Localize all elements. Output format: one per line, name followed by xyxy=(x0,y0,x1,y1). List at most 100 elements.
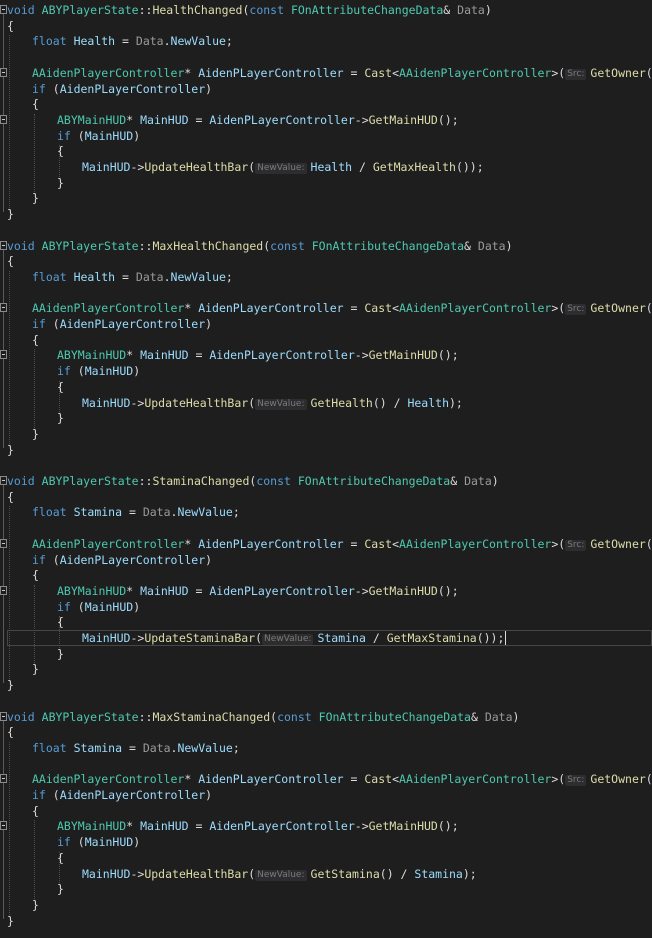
code-token: MainHUD xyxy=(140,348,189,363)
code-brace: } xyxy=(7,913,14,928)
function-open-brace[interactable]: { xyxy=(0,489,652,505)
local-declaration-line[interactable]: float Stamina = Data.NewValue; xyxy=(0,740,652,756)
code-token: / xyxy=(352,160,373,174)
function-signature-line[interactable]: void ABYPlayerState::MaxHealthChanged(co… xyxy=(0,238,652,254)
code-token: ) xyxy=(133,835,141,850)
function-open-brace[interactable]: { xyxy=(0,724,652,740)
code-token: ) xyxy=(133,128,141,143)
function-signature-line[interactable]: void ABYPlayerState::HealthChanged(const… xyxy=(0,2,652,18)
fold-collapse-icon[interactable] xyxy=(0,5,7,14)
code-brace: } xyxy=(57,882,64,897)
fold-collapse-icon[interactable] xyxy=(0,711,7,721)
code-token: NewValue xyxy=(177,740,233,755)
code-line-text: } xyxy=(57,175,64,191)
code-token: ()); xyxy=(476,631,505,645)
code-token: ()); xyxy=(455,160,484,174)
code-line-text: { xyxy=(7,489,14,505)
hud-declaration-line[interactable]: ABYMainHUD* MainHUD = AidenPLayerControl… xyxy=(0,347,652,363)
controller-cast-line[interactable]: AAidenPlayerController* AidenPLayerContr… xyxy=(0,65,652,81)
code-token: ( xyxy=(248,395,256,410)
if-controller-line[interactable]: if (AidenPLayerController) xyxy=(0,81,652,97)
if-hud-open-brace[interactable]: { xyxy=(0,379,652,395)
if-close-brace[interactable]: } xyxy=(0,426,652,442)
if-controller-line[interactable]: if (AidenPLayerController) xyxy=(0,552,652,568)
code-brace: } xyxy=(32,897,39,912)
if-close-brace[interactable]: } xyxy=(0,190,652,206)
controller-cast-line[interactable]: AAidenPlayerController* AidenPLayerContr… xyxy=(0,771,652,787)
if-hud-close-brace[interactable]: } xyxy=(0,175,652,191)
code-token: AidenPLayerController xyxy=(59,317,206,331)
if-close-brace[interactable]: } xyxy=(0,897,652,913)
update-bar-call-line[interactable]: MainHUD->UpdateStaminaBar(NewValue: Stami… xyxy=(0,630,652,646)
code-line-text: AAidenPlayerController* AidenPLayerContr… xyxy=(32,300,652,316)
function-close-brace[interactable]: } xyxy=(0,913,652,929)
code-token: ( xyxy=(70,599,85,614)
function-signature-line[interactable]: void ABYPlayerState::MaxStaminaChanged(c… xyxy=(0,709,652,725)
local-declaration-line[interactable]: float Stamina = Data.NewValue; xyxy=(0,504,652,520)
if-hud-close-brace[interactable]: } xyxy=(0,646,652,662)
update-bar-call-line[interactable]: MainHUD->UpdateHealthBar(NewValue: GetHea… xyxy=(0,395,652,411)
code-token: * xyxy=(126,112,141,127)
if-hud-close-brace[interactable]: } xyxy=(0,881,652,897)
controller-cast-line[interactable]: AAidenPlayerController* AidenPLayerContr… xyxy=(0,536,652,552)
fold-collapse-icon[interactable] xyxy=(0,303,7,313)
if-open-brace[interactable]: { xyxy=(0,96,652,112)
fold-collapse-icon[interactable] xyxy=(0,774,7,784)
if-hud-open-brace[interactable]: { xyxy=(0,850,652,866)
function-close-brace[interactable]: } xyxy=(0,442,652,458)
fold-collapse-icon[interactable] xyxy=(0,114,7,124)
code-brace: { xyxy=(7,725,14,740)
if-hud-close-brace[interactable]: } xyxy=(0,410,652,426)
if-hud-line[interactable]: if (MainHUD) xyxy=(0,128,652,144)
code-token: -> xyxy=(130,631,145,645)
code-token: ; xyxy=(225,269,233,284)
update-bar-call-line[interactable]: MainHUD->UpdateHealthBar(NewValue: GetSta… xyxy=(0,866,652,882)
code-token: ABYMainHUD xyxy=(57,112,127,127)
function-open-brace[interactable]: { xyxy=(0,18,652,34)
fold-collapse-icon[interactable] xyxy=(0,240,7,250)
function-signature-line[interactable]: void ABYPlayerState::StaminaChanged(cons… xyxy=(0,473,652,489)
if-hud-line[interactable]: if (MainHUD) xyxy=(0,599,652,615)
hud-declaration-line[interactable]: ABYMainHUD* MainHUD = AidenPLayerControl… xyxy=(0,112,652,128)
fold-collapse-icon[interactable] xyxy=(0,585,7,595)
if-hud-open-brace[interactable]: { xyxy=(0,143,652,159)
function-close-brace[interactable]: } xyxy=(0,206,652,222)
inlay-parameter-hint: NewValue: xyxy=(255,869,307,881)
if-hud-line[interactable]: if (MainHUD) xyxy=(0,834,652,850)
local-declaration-line[interactable]: float Health = Data.NewValue; xyxy=(0,269,652,285)
controller-cast-line[interactable]: AAidenPlayerController* AidenPLayerContr… xyxy=(0,300,652,316)
code-brace: { xyxy=(32,803,39,818)
code-token: ) xyxy=(205,317,213,331)
code-token: Stamina xyxy=(73,505,123,520)
code-token: float xyxy=(32,740,67,755)
if-hud-open-brace[interactable]: { xyxy=(0,614,652,630)
fold-collapse-icon[interactable] xyxy=(0,350,7,360)
function-close-brace[interactable]: } xyxy=(0,677,652,693)
fold-collapse-icon[interactable] xyxy=(0,821,7,831)
if-open-brace[interactable]: { xyxy=(0,567,652,583)
if-open-brace[interactable]: { xyxy=(0,332,652,348)
code-token: :: xyxy=(138,709,153,724)
code-editor[interactable]: void ABYPlayerState::HealthChanged(const… xyxy=(0,0,652,938)
code-token: GetOwner xyxy=(590,772,646,787)
code-token: >( xyxy=(551,772,566,787)
update-bar-call-line[interactable]: MainHUD->UpdateHealthBar(NewValue: Health… xyxy=(0,159,652,175)
if-hud-line[interactable]: if (MainHUD) xyxy=(0,363,652,379)
code-token: Stamina xyxy=(73,740,123,755)
fold-collapse-icon[interactable] xyxy=(0,538,7,548)
fold-collapse-icon[interactable] xyxy=(0,67,7,77)
local-declaration-line[interactable]: float Health = Data.NewValue; xyxy=(0,33,652,49)
hud-declaration-line[interactable]: ABYMainHUD* MainHUD = AidenPLayerControl… xyxy=(0,818,652,834)
code-token: = xyxy=(343,536,365,551)
if-open-brace[interactable]: { xyxy=(0,803,652,819)
code-token: >( xyxy=(551,65,566,80)
hud-declaration-line[interactable]: ABYMainHUD* MainHUD = AidenPLayerControl… xyxy=(0,583,652,599)
fold-collapse-icon[interactable] xyxy=(0,476,7,485)
if-controller-line[interactable]: if (AidenPLayerController) xyxy=(0,316,652,332)
if-close-brace[interactable]: } xyxy=(0,661,652,677)
function-open-brace[interactable]: { xyxy=(0,253,652,269)
code-token: & xyxy=(464,238,478,253)
if-controller-line[interactable]: if (AidenPLayerController) xyxy=(0,787,652,803)
code-token: = xyxy=(188,348,210,363)
